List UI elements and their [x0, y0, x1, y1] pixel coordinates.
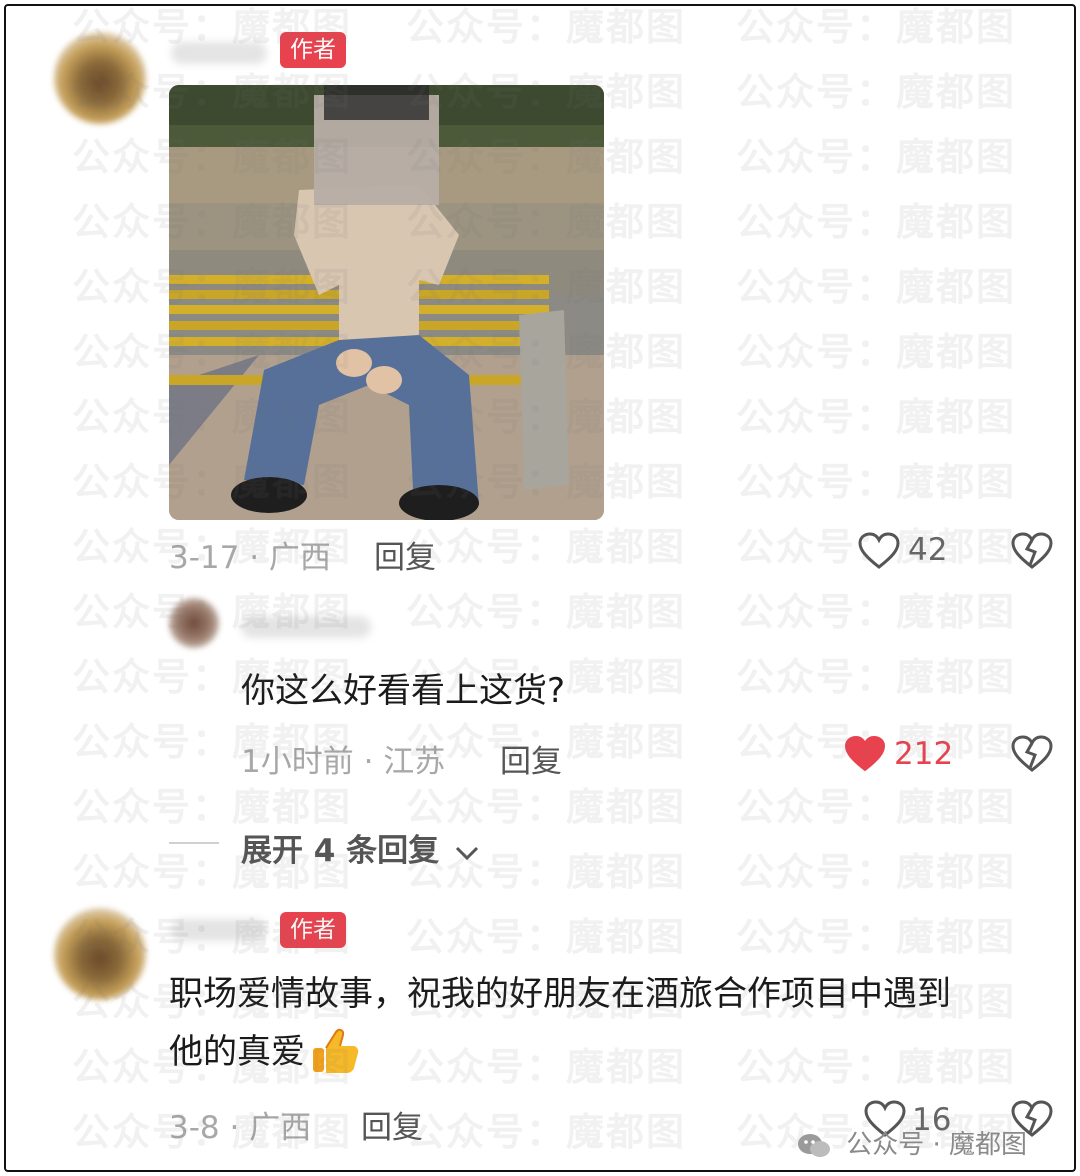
dislike-heart-icon[interactable] — [1011, 735, 1053, 773]
comment-date-location: 3-8 · 广西 — [169, 1110, 312, 1146]
heart-outline-icon[interactable] — [858, 532, 900, 570]
watermark-text: 公众号：魔都图 — [736, 135, 1017, 179]
watermark-text: 公众号：魔都图 — [736, 460, 1017, 504]
watermark-text: 公众号：魔都图 — [736, 5, 1017, 49]
author-name-blurred[interactable] — [171, 919, 267, 941]
watermark-text: 公众号：魔都图 — [736, 590, 1017, 634]
comment-text-line: 他的真爱 — [169, 1032, 305, 1072]
watermark-text: 公众号：魔都图 — [406, 785, 687, 829]
comment-text: 你这么好看看上这货? — [241, 671, 566, 711]
watermark-text: 公众号：魔都图 — [736, 330, 1017, 374]
comment-list: 作者 3-17 · 广西 回复 42 你这么好看看上这货? 1小时前 · 江苏 … — [4, 4, 1076, 1172]
user-name-blurred[interactable] — [241, 616, 371, 638]
comment-text-line: 职场爱情故事，祝我的好朋友在酒旅合作项目中遇到 — [169, 974, 951, 1014]
comment-text: 职场爱情故事，祝我的好朋友在酒旅合作项目中遇到 他的真爱 — [169, 965, 1049, 1081]
watermark-text: 公众号：魔都图 — [736, 915, 1017, 959]
watermark-text: 公众号：魔都图 — [736, 850, 1017, 894]
like-count: 212 — [894, 736, 954, 772]
reply-button[interactable]: 回复 — [361, 1102, 423, 1147]
expand-replies-label: 展开 4 条回复 — [241, 833, 440, 869]
heart-filled-icon[interactable] — [844, 735, 886, 773]
watermark-text: 公众号：魔都图 — [736, 70, 1017, 114]
chevron-down-icon — [455, 846, 479, 860]
watermark-text: 公众号：魔都图 — [736, 265, 1017, 309]
watermark-text: 公众号：魔都图 — [406, 5, 687, 49]
author-name-blurred[interactable] — [171, 42, 267, 64]
watermark-text: 公众号：魔都图 — [736, 200, 1017, 244]
watermark-text: 公众号：魔都图 — [406, 1110, 687, 1154]
thumbs-up-icon — [313, 1028, 359, 1073]
wechat-icon — [798, 1133, 830, 1157]
comment-photo[interactable] — [169, 85, 604, 520]
photo-image — [169, 85, 604, 520]
watermark-text: 公众号：魔都图 — [406, 590, 687, 634]
author-badge: 作者 — [280, 32, 346, 68]
expand-divider — [169, 842, 219, 844]
watermark-text: 公众号：魔都图 — [736, 785, 1017, 829]
watermark-text: 公众号：魔都图 — [736, 655, 1017, 699]
watermark-text: 公众号：魔都图 — [736, 395, 1017, 439]
comment-text-line-2: 他的真爱 — [169, 1023, 1049, 1081]
comment-date-location: 1小时前 · 江苏 — [241, 744, 446, 780]
reply-button[interactable]: 回复 — [374, 532, 436, 577]
watermark-text: 公众号：魔都图 — [406, 915, 687, 959]
author-badge: 作者 — [280, 912, 346, 948]
footer-brand: 公众号 · 魔都图 — [796, 1124, 1027, 1161]
watermark-text: 公众号：魔都图 — [72, 785, 353, 829]
expand-replies-button[interactable]: 展开 4 条回复 — [241, 825, 480, 870]
author-avatar[interactable] — [54, 908, 146, 1000]
dislike-heart-icon[interactable] — [1011, 532, 1053, 570]
user-avatar[interactable] — [169, 598, 219, 648]
author-avatar[interactable] — [54, 32, 146, 124]
footer-brand-text: 公众号 · 魔都图 — [846, 1130, 1028, 1160]
comment-date-location: 3-17 · 广西 — [169, 540, 331, 576]
reply-button[interactable]: 回复 — [500, 736, 562, 781]
like-count: 42 — [908, 532, 948, 568]
watermark-text: 公众号：魔都图 — [406, 525, 687, 569]
